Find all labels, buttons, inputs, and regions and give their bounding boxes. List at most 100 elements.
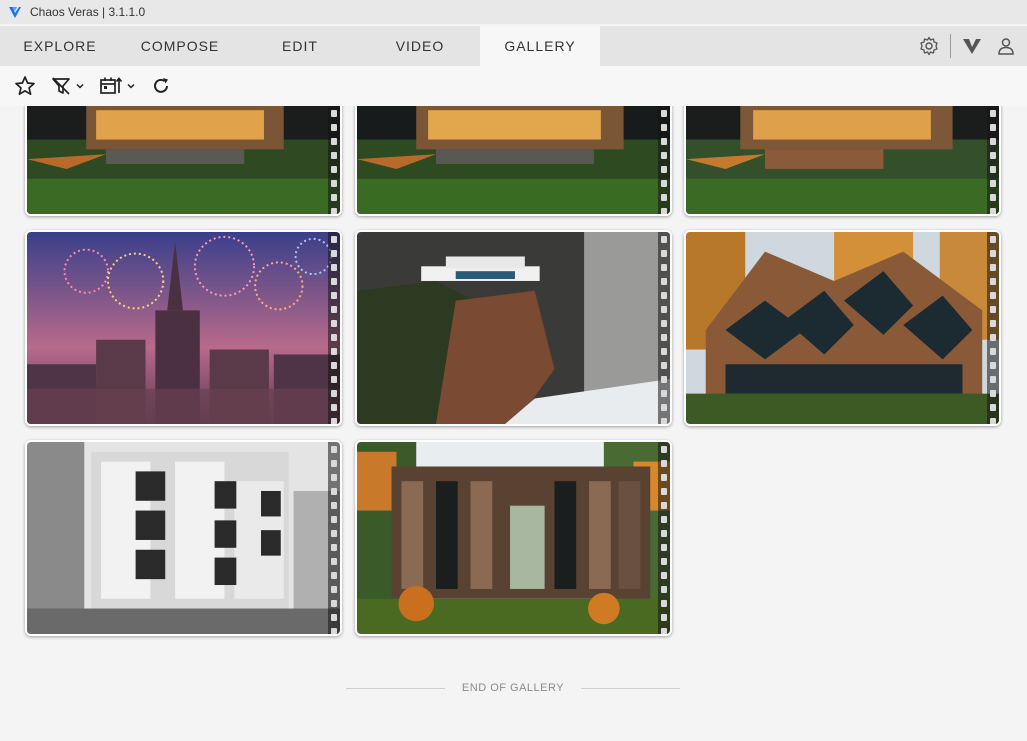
chevron-down-icon bbox=[127, 83, 135, 89]
sprocket-hole bbox=[331, 362, 337, 369]
sprocket-hole bbox=[661, 334, 667, 341]
tab-edit[interactable]: EDIT bbox=[240, 26, 360, 66]
user-account-icon[interactable] bbox=[995, 35, 1017, 57]
end-of-gallery-divider: END OF GALLERY bbox=[346, 680, 681, 696]
gallery-thumbnail[interactable] bbox=[684, 106, 1001, 216]
gallery-thumbnail[interactable] bbox=[355, 106, 672, 216]
sprocket-hole bbox=[331, 278, 337, 285]
sprocket-hole bbox=[331, 488, 337, 495]
sprocket-hole bbox=[661, 586, 667, 593]
settings-gear-icon[interactable] bbox=[918, 35, 940, 57]
concrete-apartments-image bbox=[27, 442, 340, 634]
sprocket-hole bbox=[661, 614, 667, 621]
sprocket-hole bbox=[990, 250, 996, 257]
sprocket-hole bbox=[661, 208, 667, 214]
sprocket-hole bbox=[990, 138, 996, 145]
sprocket-hole bbox=[661, 544, 667, 551]
filmstrip-edge bbox=[658, 232, 670, 424]
sprocket-hole bbox=[661, 264, 667, 271]
sprocket-hole bbox=[661, 138, 667, 145]
window-title: Chaos Veras | 3.1.1.0 bbox=[30, 5, 146, 19]
sprocket-hole bbox=[990, 208, 996, 214]
sprocket-hole bbox=[331, 502, 337, 509]
gallery-toolbar bbox=[0, 66, 1027, 106]
main-tab-bar: EXPLORE COMPOSE EDIT VIDEO GALLERY bbox=[0, 26, 1027, 66]
sprocket-hole bbox=[661, 236, 667, 243]
cliff-house-image bbox=[357, 232, 670, 424]
toolbar-divider bbox=[950, 34, 951, 58]
top-right-icons bbox=[912, 26, 1027, 66]
sprocket-hole bbox=[661, 110, 667, 117]
sprocket-hole bbox=[331, 306, 337, 313]
sprocket-hole bbox=[661, 530, 667, 537]
sprocket-hole bbox=[331, 530, 337, 537]
sprocket-hole bbox=[331, 166, 337, 173]
sprocket-hole bbox=[661, 124, 667, 131]
sprocket-hole bbox=[331, 418, 337, 424]
sprocket-hole bbox=[990, 320, 996, 327]
divider-line bbox=[346, 687, 445, 689]
sprocket-hole bbox=[661, 558, 667, 565]
filmstrip-edge bbox=[328, 106, 340, 214]
sprocket-hole bbox=[331, 236, 337, 243]
refresh-icon bbox=[154, 78, 168, 93]
sprocket-hole bbox=[661, 376, 667, 383]
filter-dropdown-button[interactable] bbox=[50, 75, 85, 97]
gallery-thumbnail[interactable] bbox=[25, 106, 342, 216]
gallery-thumbnail[interactable] bbox=[25, 230, 342, 426]
sprocket-hole bbox=[661, 348, 667, 355]
sprocket-hole bbox=[331, 194, 337, 201]
favorites-filter-button[interactable] bbox=[14, 75, 36, 97]
sprocket-hole bbox=[331, 614, 337, 621]
sprocket-hole bbox=[661, 180, 667, 187]
sprocket-hole bbox=[990, 292, 996, 299]
filmstrip-edge bbox=[328, 232, 340, 424]
end-of-gallery-label: END OF GALLERY bbox=[461, 682, 565, 694]
sprocket-hole bbox=[331, 152, 337, 159]
sprocket-hole bbox=[990, 348, 996, 355]
sprocket-hole bbox=[331, 124, 337, 131]
sprocket-hole bbox=[331, 334, 337, 341]
veras-logo-icon[interactable] bbox=[961, 35, 983, 57]
sprocket-hole bbox=[661, 390, 667, 397]
sprocket-hole bbox=[331, 180, 337, 187]
divider-line bbox=[581, 687, 681, 689]
sprocket-hole bbox=[661, 194, 667, 201]
tab-video[interactable]: VIDEO bbox=[360, 26, 480, 66]
gallery-thumbnail[interactable] bbox=[355, 440, 672, 636]
sprocket-hole bbox=[661, 600, 667, 607]
house-night-image bbox=[357, 106, 670, 214]
tab-gallery[interactable]: GALLERY bbox=[480, 26, 600, 66]
sprocket-hole bbox=[990, 306, 996, 313]
sprocket-hole bbox=[990, 278, 996, 285]
sprocket-hole bbox=[331, 390, 337, 397]
sprocket-hole bbox=[661, 306, 667, 313]
sprocket-hole bbox=[661, 278, 667, 285]
date-sort-dropdown-button[interactable] bbox=[99, 75, 136, 97]
sprocket-hole bbox=[331, 516, 337, 523]
filter-off-icon bbox=[52, 77, 70, 95]
sprocket-hole bbox=[661, 628, 667, 634]
gallery-thumbnail[interactable] bbox=[684, 230, 1001, 426]
gallery-thumbnail[interactable] bbox=[355, 230, 672, 426]
window-titlebar: Chaos Veras | 3.1.1.0 bbox=[0, 0, 1027, 24]
gallery-thumbnail[interactable] bbox=[25, 440, 342, 636]
sprocket-hole bbox=[990, 334, 996, 341]
chevron-down-icon bbox=[76, 83, 84, 89]
sprocket-hole bbox=[990, 110, 996, 117]
tab-compose[interactable]: COMPOSE bbox=[120, 26, 240, 66]
refresh-button[interactable] bbox=[150, 75, 172, 97]
sprocket-hole bbox=[661, 152, 667, 159]
sprocket-hole bbox=[990, 124, 996, 131]
sprocket-hole bbox=[331, 544, 337, 551]
sprocket-hole bbox=[661, 474, 667, 481]
gallery-grid bbox=[0, 106, 1027, 741]
sprocket-hole bbox=[661, 292, 667, 299]
tab-explore[interactable]: EXPLORE bbox=[0, 26, 120, 66]
sprocket-hole bbox=[661, 502, 667, 509]
house-night-image bbox=[27, 106, 340, 214]
wood-cabin-forest-image bbox=[357, 442, 670, 634]
sprocket-hole bbox=[331, 460, 337, 467]
sprocket-hole bbox=[331, 208, 337, 214]
sprocket-hole bbox=[661, 446, 667, 453]
